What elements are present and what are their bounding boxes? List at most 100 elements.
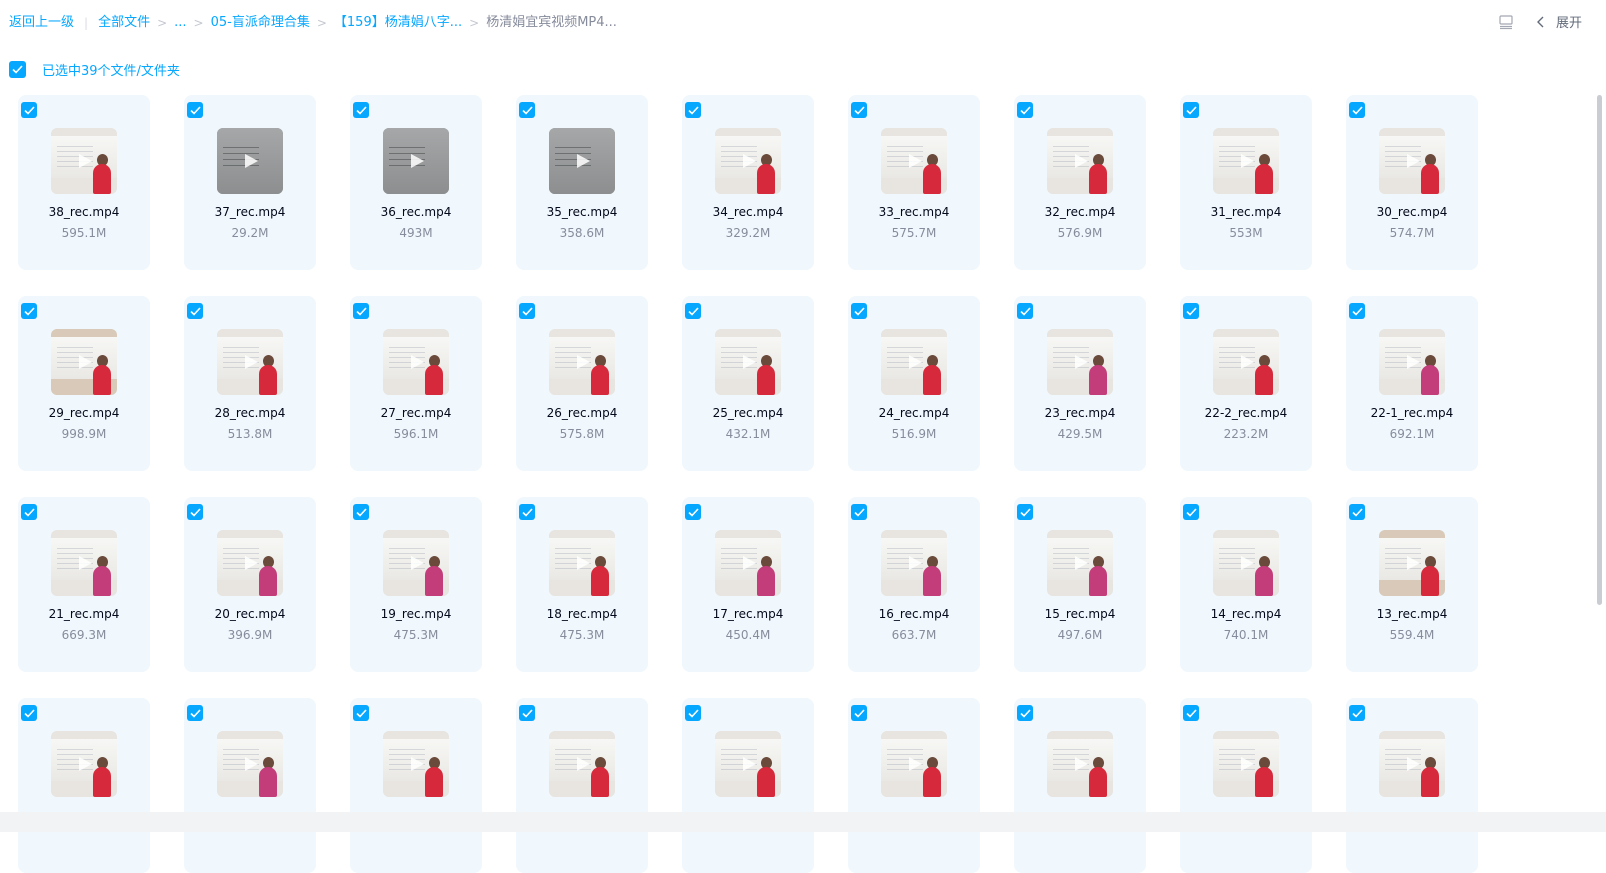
file-name[interactable]: 31_rec.mp4: [1180, 205, 1312, 219]
file-checkbox[interactable]: [1017, 303, 1033, 319]
file-name[interactable]: 15_rec.mp4: [1014, 607, 1146, 621]
video-thumbnail[interactable]: [51, 530, 117, 596]
video-thumbnail[interactable]: [549, 329, 615, 395]
file-card[interactable]: [18, 698, 150, 873]
video-thumbnail[interactable]: [1047, 530, 1113, 596]
file-checkbox[interactable]: [21, 102, 37, 118]
video-thumbnail[interactable]: [383, 731, 449, 797]
file-checkbox[interactable]: [685, 705, 701, 721]
file-name[interactable]: 22-2_rec.mp4: [1180, 406, 1312, 420]
select-all-checkbox[interactable]: [9, 61, 26, 78]
video-thumbnail[interactable]: [881, 128, 947, 194]
file-name[interactable]: 33_rec.mp4: [848, 205, 980, 219]
file-card[interactable]: 18_rec.mp4 475.3M: [516, 497, 648, 672]
file-card[interactable]: 19_rec.mp4 475.3M: [350, 497, 482, 672]
video-thumbnail[interactable]: [715, 329, 781, 395]
breadcrumb-all-files[interactable]: 全部文件: [98, 14, 150, 32]
file-card[interactable]: 38_rec.mp4 595.1M: [18, 95, 150, 270]
file-card[interactable]: 20_rec.mp4 396.9M: [184, 497, 316, 672]
video-thumbnail[interactable]: [217, 530, 283, 596]
file-name[interactable]: 20_rec.mp4: [184, 607, 316, 621]
video-thumbnail[interactable]: [715, 530, 781, 596]
file-card[interactable]: 30_rec.mp4 574.7M: [1346, 95, 1478, 270]
file-name[interactable]: 27_rec.mp4: [350, 406, 482, 420]
file-card[interactable]: 16_rec.mp4 663.7M: [848, 497, 980, 672]
file-checkbox[interactable]: [519, 303, 535, 319]
file-card[interactable]: 37_rec.mp4 29.2M: [184, 95, 316, 270]
video-thumbnail[interactable]: [51, 731, 117, 797]
video-thumbnail[interactable]: [1379, 731, 1445, 797]
video-thumbnail[interactable]: [383, 329, 449, 395]
file-card[interactable]: [184, 698, 316, 873]
file-checkbox[interactable]: [1017, 705, 1033, 721]
video-thumbnail[interactable]: [881, 530, 947, 596]
file-checkbox[interactable]: [21, 303, 37, 319]
file-card[interactable]: [516, 698, 648, 873]
video-thumbnail[interactable]: [1047, 731, 1113, 797]
file-checkbox[interactable]: [685, 102, 701, 118]
video-thumbnail[interactable]: [1047, 329, 1113, 395]
file-checkbox[interactable]: [1349, 504, 1365, 520]
video-thumbnail[interactable]: [881, 731, 947, 797]
file-name[interactable]: 37_rec.mp4: [184, 205, 316, 219]
file-name[interactable]: 32_rec.mp4: [1014, 205, 1146, 219]
file-card[interactable]: 25_rec.mp4 432.1M: [682, 296, 814, 471]
file-card[interactable]: 35_rec.mp4 358.6M: [516, 95, 648, 270]
video-thumbnail[interactable]: [1379, 329, 1445, 395]
video-thumbnail[interactable]: [549, 530, 615, 596]
file-checkbox[interactable]: [1183, 303, 1199, 319]
scrollbar[interactable]: [1597, 95, 1602, 605]
file-checkbox[interactable]: [187, 102, 203, 118]
file-card[interactable]: 31_rec.mp4 553M: [1180, 95, 1312, 270]
video-thumbnail[interactable]: [383, 530, 449, 596]
file-card[interactable]: [1014, 698, 1146, 873]
file-checkbox[interactable]: [353, 705, 369, 721]
file-name[interactable]: 17_rec.mp4: [682, 607, 814, 621]
file-name[interactable]: 36_rec.mp4: [350, 205, 482, 219]
file-card[interactable]: [848, 698, 980, 873]
file-checkbox[interactable]: [1183, 504, 1199, 520]
file-checkbox[interactable]: [1183, 705, 1199, 721]
video-thumbnail[interactable]: [1213, 530, 1279, 596]
file-checkbox[interactable]: [353, 504, 369, 520]
list-view-icon[interactable]: [1498, 14, 1514, 30]
file-checkbox[interactable]: [187, 303, 203, 319]
file-name[interactable]: 28_rec.mp4: [184, 406, 316, 420]
file-name[interactable]: 13_rec.mp4: [1346, 607, 1478, 621]
video-thumbnail[interactable]: [1213, 329, 1279, 395]
file-name[interactable]: 34_rec.mp4: [682, 205, 814, 219]
breadcrumb-ellipsis[interactable]: ...: [174, 14, 186, 32]
file-card[interactable]: 27_rec.mp4 596.1M: [350, 296, 482, 471]
file-card[interactable]: 36_rec.mp4 493M: [350, 95, 482, 270]
file-card[interactable]: 22-1_rec.mp4 692.1M: [1346, 296, 1478, 471]
file-checkbox[interactable]: [1183, 102, 1199, 118]
video-thumbnail[interactable]: [549, 128, 615, 194]
file-card[interactable]: 32_rec.mp4 576.9M: [1014, 95, 1146, 270]
file-name[interactable]: 22-1_rec.mp4: [1346, 406, 1478, 420]
file-card[interactable]: 22-2_rec.mp4 223.2M: [1180, 296, 1312, 471]
file-name[interactable]: 19_rec.mp4: [350, 607, 482, 621]
file-name[interactable]: 16_rec.mp4: [848, 607, 980, 621]
file-card[interactable]: [682, 698, 814, 873]
video-thumbnail[interactable]: [217, 731, 283, 797]
file-checkbox[interactable]: [851, 102, 867, 118]
video-thumbnail[interactable]: [51, 128, 117, 194]
file-card[interactable]: 28_rec.mp4 513.8M: [184, 296, 316, 471]
expand-button[interactable]: 展开: [1536, 12, 1582, 31]
video-thumbnail[interactable]: [217, 329, 283, 395]
file-checkbox[interactable]: [685, 504, 701, 520]
file-checkbox[interactable]: [353, 102, 369, 118]
video-thumbnail[interactable]: [383, 128, 449, 194]
file-checkbox[interactable]: [519, 102, 535, 118]
file-checkbox[interactable]: [519, 504, 535, 520]
file-name[interactable]: 29_rec.mp4: [18, 406, 150, 420]
file-checkbox[interactable]: [21, 504, 37, 520]
file-name[interactable]: 14_rec.mp4: [1180, 607, 1312, 621]
file-checkbox[interactable]: [851, 303, 867, 319]
breadcrumb-level1[interactable]: 05-盲派命理合集: [211, 14, 310, 32]
video-thumbnail[interactable]: [1047, 128, 1113, 194]
file-name[interactable]: 21_rec.mp4: [18, 607, 150, 621]
file-card[interactable]: 13_rec.mp4 559.4M: [1346, 497, 1478, 672]
file-card[interactable]: 33_rec.mp4 575.7M: [848, 95, 980, 270]
file-name[interactable]: 38_rec.mp4: [18, 205, 150, 219]
